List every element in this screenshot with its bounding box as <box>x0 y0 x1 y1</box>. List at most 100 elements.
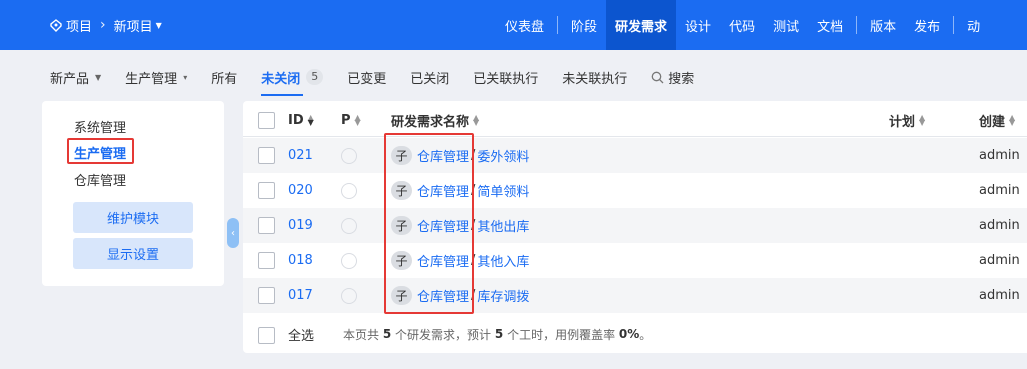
creator-name: admin <box>979 288 1020 303</box>
select-all-checkbox[interactable] <box>258 327 275 344</box>
column-priority[interactable]: P ▲ ▼ <box>341 103 363 137</box>
tab-label: 未关闭 <box>261 71 301 87</box>
table-row[interactable]: 021 子 仓库管理 / 委外领料 admin <box>243 138 1027 173</box>
nav-stories[interactable]: 研发需求 <box>606 0 677 50</box>
nav-build[interactable]: 版本 <box>861 0 905 50</box>
tab-unlinked-execution[interactable]: 未关联执行 <box>562 62 627 92</box>
product-selector[interactable]: 新产品 ▼ <box>50 62 101 92</box>
priority-indicator <box>341 182 357 199</box>
path-separator: / <box>471 218 476 233</box>
row-checkbox[interactable] <box>258 147 275 164</box>
priority-indicator <box>341 252 357 269</box>
creator-name: admin <box>979 183 1020 198</box>
story-title-link[interactable]: 其他入库 <box>477 251 529 270</box>
table-row[interactable]: 019 子 仓库管理 / 其他出库 admin <box>243 208 1027 243</box>
summary-suffix: 个工时，用例覆盖率 <box>507 327 616 342</box>
child-story-badge: 子 <box>391 146 412 165</box>
story-title-link[interactable]: 其他出库 <box>477 216 529 235</box>
table-row[interactable]: 020 子 仓库管理 / 简单领料 admin <box>243 173 1027 208</box>
row-checkbox[interactable] <box>258 182 275 199</box>
table-row[interactable]: 018 子 仓库管理 / 其他入库 admin <box>243 243 1027 278</box>
collapse-sidebar-button[interactable]: ‹ <box>227 218 239 248</box>
breadcrumb-current[interactable]: 新项目 <box>114 16 153 35</box>
tab-linked-execution[interactable]: 已关联执行 <box>473 62 538 92</box>
path-separator: / <box>471 288 476 303</box>
tab-closed[interactable]: 已关闭 <box>410 62 449 92</box>
row-checkbox[interactable] <box>258 252 275 269</box>
story-id-link[interactable]: 019 <box>288 218 313 233</box>
tab-changed[interactable]: 已变更 <box>347 62 386 92</box>
parent-module-link[interactable]: 仓库管理 <box>417 181 469 200</box>
path-separator: / <box>471 148 476 163</box>
column-creator[interactable]: 创建 ▲ ▼ <box>979 103 1017 137</box>
tab-all[interactable]: 所有 <box>211 62 237 92</box>
row-checkbox[interactable] <box>258 287 275 304</box>
story-id-link[interactable]: 018 <box>288 253 313 268</box>
priority-indicator <box>341 217 357 234</box>
creator-name: admin <box>979 253 1020 268</box>
sort-icon: ▲ ▼ <box>919 113 926 127</box>
story-title-link[interactable]: 委外领料 <box>477 146 529 165</box>
story-id-link[interactable]: 020 <box>288 183 313 198</box>
count-badge: 5 <box>306 69 324 85</box>
creator-name: admin <box>979 148 1020 163</box>
nav-design[interactable]: 设计 <box>676 0 720 50</box>
child-story-badge: 子 <box>391 251 412 270</box>
nav-divider <box>856 16 858 34</box>
story-id-link[interactable]: 021 <box>288 148 313 163</box>
select-all-header-checkbox[interactable] <box>258 112 275 129</box>
tab-unclosed[interactable]: 未关闭 5 <box>261 62 324 96</box>
parent-module-link[interactable]: 仓库管理 <box>417 146 469 165</box>
module-item-warehouse[interactable]: 仓库管理 <box>74 170 126 189</box>
summary-prefix: 本页共 <box>343 327 380 342</box>
nav-doc[interactable]: 文档 <box>808 0 852 50</box>
display-settings-button[interactable]: 显示设置 <box>73 238 193 269</box>
summary-hours: 5 <box>494 327 504 341</box>
column-label: 计划 <box>889 114 916 130</box>
module-selector[interactable]: 生产管理 ▾ <box>125 62 187 92</box>
summary-middle: 个研发需求，预计 <box>395 327 492 342</box>
nav-stage[interactable]: 阶段 <box>562 0 606 50</box>
nav-dynamic[interactable]: 动 <box>958 0 989 50</box>
nav-test[interactable]: 测试 <box>764 0 808 50</box>
chevron-down-icon: ▾ <box>183 72 188 82</box>
breadcrumb-root[interactable]: 项目 <box>66 16 92 35</box>
child-story-badge: 子 <box>391 181 412 200</box>
sort-icon: ▲ ▼ <box>473 113 480 127</box>
table-footer: 全选 本页共 5 个研发需求，预计 5 个工时，用例覆盖率 0%。 <box>243 316 1027 352</box>
nav-release[interactable]: 发布 <box>905 0 949 50</box>
search-label: 搜索 <box>668 71 695 87</box>
chevron-down-icon[interactable]: ▼ <box>156 21 162 30</box>
main-nav: 仪表盘 阶段 研发需求 设计 代码 测试 文档 版本 发布 动 <box>496 0 989 50</box>
product-label: 新产品 <box>50 71 90 87</box>
parent-module-link[interactable]: 仓库管理 <box>417 216 469 235</box>
sort-desc-icon: ▲ ▼ <box>307 113 314 127</box>
module-item-system[interactable]: 系统管理 <box>74 117 126 136</box>
tab-label: 已关联执行 <box>473 71 539 87</box>
story-title-link[interactable]: 库存调拨 <box>477 286 529 305</box>
nav-dashboard[interactable]: 仪表盘 <box>496 0 553 50</box>
summary-end: 。 <box>639 327 652 342</box>
story-id-link[interactable]: 017 <box>288 288 313 303</box>
child-story-badge: 子 <box>391 286 412 305</box>
priority-indicator <box>341 147 357 164</box>
summary-story-count: 5 <box>382 327 392 341</box>
search-toggle[interactable]: 搜索 <box>651 62 694 92</box>
select-all-label[interactable]: 全选 <box>288 316 314 352</box>
column-id[interactable]: ID ▲ ▼ <box>288 103 316 137</box>
maintain-modules-button[interactable]: 维护模块 <box>73 202 193 233</box>
breadcrumb: 项目 › 新项目 ▼ <box>50 0 162 50</box>
story-table: ID ▲ ▼ P ▲ ▼ 研发需求名称 ▲ ▼ 计划 ▲ ▼ 创建 ▲ ▼ 021 子 仓… <box>243 101 1027 353</box>
parent-module-link[interactable]: 仓库管理 <box>417 286 469 305</box>
column-label: 研发需求名称 <box>391 114 470 130</box>
table-row[interactable]: 017 子 仓库管理 / 库存调拨 admin <box>243 278 1027 313</box>
nav-code[interactable]: 代码 <box>720 0 764 50</box>
row-checkbox[interactable] <box>258 217 275 234</box>
column-plan[interactable]: 计划 ▲ ▼ <box>889 103 927 137</box>
parent-module-link[interactable]: 仓库管理 <box>417 251 469 270</box>
column-story-name[interactable]: 研发需求名称 ▲ ▼ <box>391 103 481 137</box>
story-title-link[interactable]: 简单领料 <box>477 181 529 200</box>
tab-label: 所有 <box>211 71 238 87</box>
module-item-production[interactable]: 生产管理 <box>74 143 126 162</box>
top-navbar: 项目 › 新项目 ▼ 仪表盘 阶段 研发需求 设计 代码 测试 文档 版本 发布… <box>0 0 1027 50</box>
